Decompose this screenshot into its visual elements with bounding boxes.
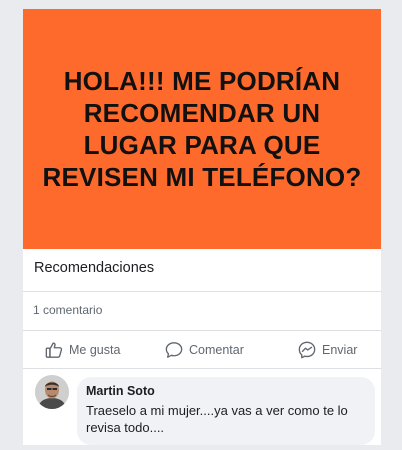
send-label: Enviar [322,343,358,357]
divider [23,330,381,331]
banner-text: HOLA!!! ME PODRÍAN RECOMENDAR UN LUGAR P… [42,66,362,192]
action-bar: Me gusta Comentar Enviar [23,335,381,365]
send-button[interactable]: Enviar [298,341,357,359]
comment-label: Comentar [189,343,244,357]
comment-count[interactable]: 1 comentario [33,303,102,317]
like-label: Me gusta [69,343,121,357]
post-card: HOLA!!! ME PODRÍAN RECOMENDAR UN LUGAR P… [23,9,381,445]
divider [23,291,381,292]
comment-bubble: Martin Soto Traeselo a mi mujer....ya va… [77,377,375,445]
comment-button[interactable]: Comentar [165,341,244,359]
section-title: Recomendaciones [34,260,155,276]
post-banner: HOLA!!! ME PODRÍAN RECOMENDAR UN LUGAR P… [23,9,381,249]
like-button[interactable]: Me gusta [45,341,120,359]
speech-bubble-icon [165,341,183,359]
messenger-icon [298,341,316,359]
comment-author[interactable]: Martin Soto [86,384,155,398]
comment-text: Traeselo a mi mujer....ya vas a ver como… [86,403,348,435]
divider [23,368,381,369]
thumbs-up-icon [45,341,63,359]
avatar[interactable] [35,375,69,409]
